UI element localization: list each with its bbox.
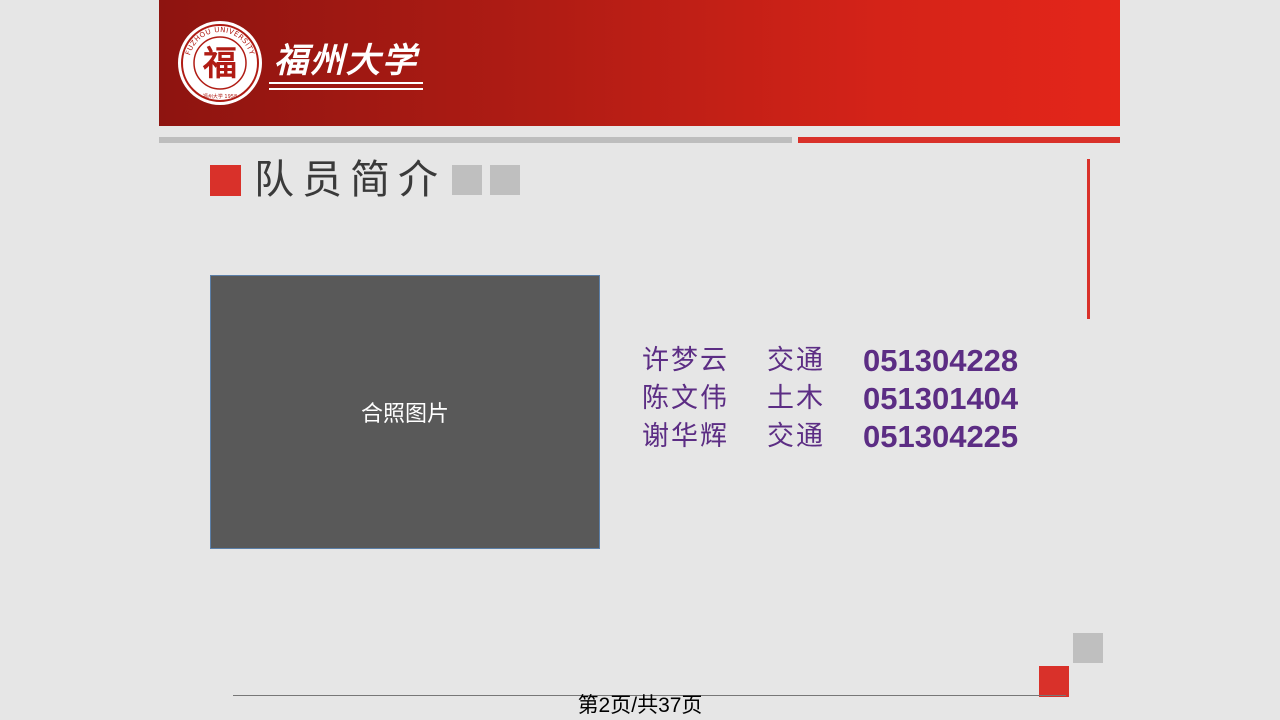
svg-text:福州大学: 福州大学 (274, 41, 420, 81)
title-bullet-red (210, 165, 241, 196)
title-decor-square (452, 165, 482, 195)
member-student-id: 051301404 (863, 381, 1019, 416)
member-row: 许梦云 交通 051304228 (642, 342, 1042, 380)
member-department: 交通 (767, 421, 825, 452)
member-name: 谢华辉 (642, 421, 729, 452)
slide: FUZHOU UNIVERSITY 福 福州大学 1958 福州大学 队员简介 … (0, 0, 1280, 720)
page-indicator: 第2页/共37页 (577, 694, 703, 717)
title-decor-square (490, 165, 520, 195)
slide-title: 队员简介 (254, 157, 446, 203)
member-row: 陈文伟 土木 051301404 (642, 380, 1042, 418)
divider-bar-red (798, 137, 1120, 143)
member-name: 陈文伟 (642, 383, 729, 414)
member-row: 谢华辉 交通 051304225 (642, 418, 1042, 456)
vertical-accent-line (1087, 159, 1090, 319)
member-student-id: 051304225 (863, 419, 1019, 454)
group-photo-placeholder: 合照图片 (210, 275, 600, 549)
member-name: 许梦云 (642, 345, 729, 376)
member-student-id: 051304228 (863, 343, 1019, 378)
member-department: 交通 (767, 345, 825, 376)
svg-text:福州大学 1958: 福州大学 1958 (203, 93, 237, 100)
university-seal-logo: FUZHOU UNIVERSITY 福 福州大学 1958 (178, 21, 262, 105)
corner-decor-gray (1073, 633, 1103, 663)
photo-placeholder-label: 合照图片 (360, 401, 449, 426)
logo-underline (269, 82, 423, 90)
member-department: 土木 (767, 383, 825, 414)
divider-bar-gray (159, 137, 792, 143)
svg-text:福: 福 (202, 44, 237, 84)
member-list: 许梦云 交通 051304228 陈文伟 土木 051301404 谢华辉 交通… (642, 342, 1042, 456)
